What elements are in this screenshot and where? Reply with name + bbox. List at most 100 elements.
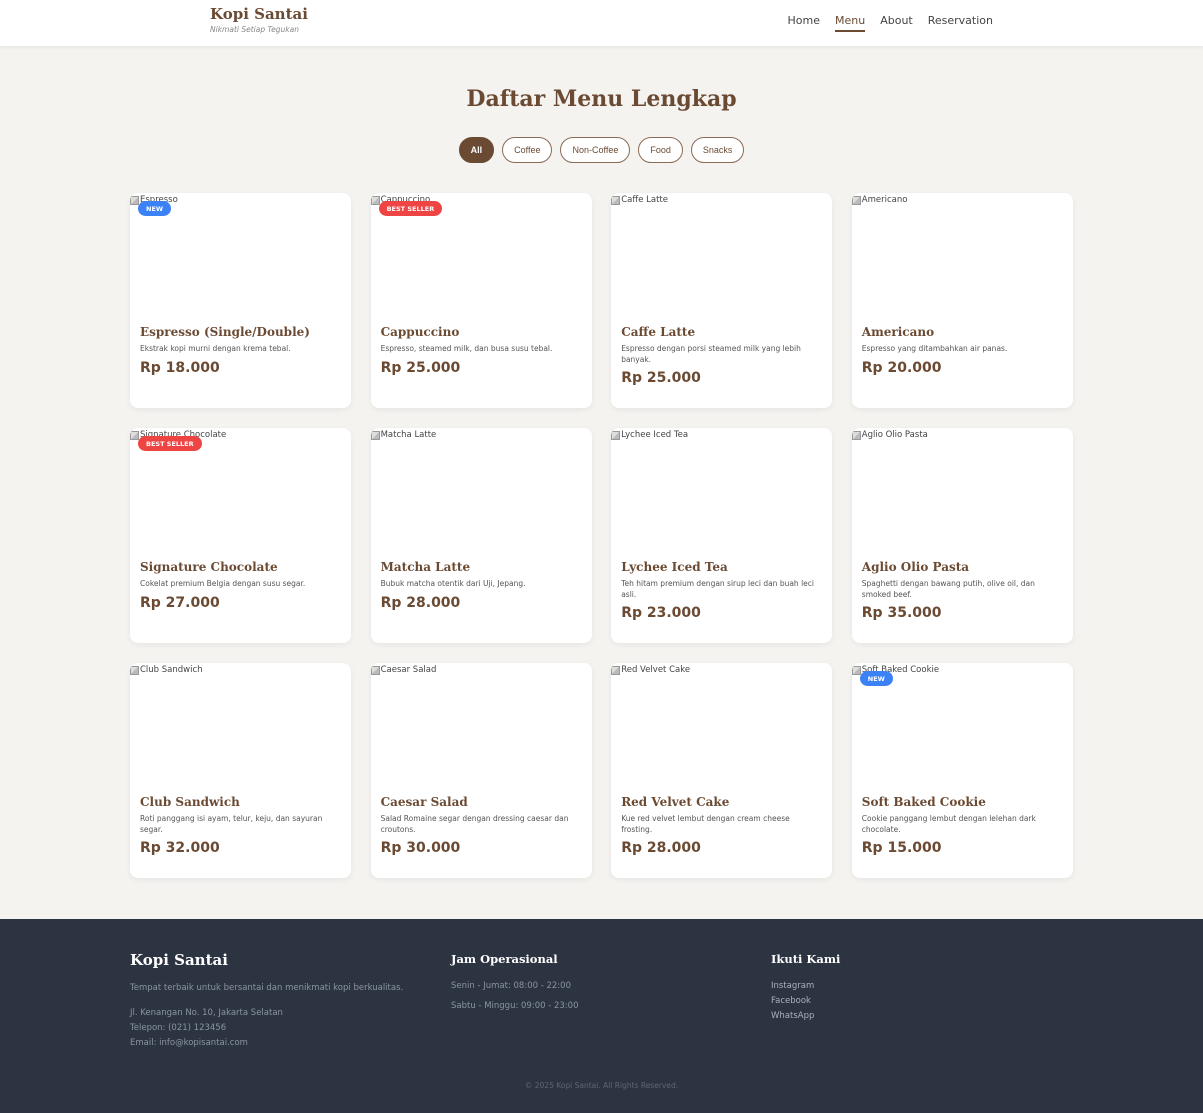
image-alt-text: Caffe Latte — [621, 195, 668, 205]
broken-image-glyph — [611, 430, 621, 440]
item-name: Signature Chocolate — [140, 560, 278, 574]
card-body: Soft Baked Cookie Cookie panggang lembut … — [862, 794, 1063, 856]
menu-item-image: Caesar Salad — [370, 663, 592, 790]
footer-about-text: Tempat terbaik untuk bersantai dan menik… — [130, 983, 404, 993]
item-name: Club Sandwich — [140, 795, 240, 809]
filter-non-coffee-button[interactable]: Non-Coffee — [560, 137, 631, 163]
site-header: Kopi Santai Nikmati Setiap Tegukan Home … — [0, 0, 1203, 46]
broken-image-icon: Caffe Latte — [611, 195, 668, 205]
menu-card[interactable]: Club Sandwich Club Sandwich Roti panggang … — [130, 663, 351, 878]
filter-coffee-button[interactable]: Coffee — [502, 137, 553, 163]
item-name: Aglio Olio Pasta — [861, 560, 970, 574]
item-name: Caesar Salad — [380, 795, 468, 809]
menu-card[interactable]: Aglio Olio Pasta Aglio Olio Pasta Spaghett… — [851, 428, 1073, 643]
item-description: Ekstrak kopi murni dengan krema tebal. — [140, 344, 291, 353]
broken-image-icon: Matcha Latte — [370, 430, 437, 440]
copyright: © 2025 Kopi Santai. All Rights Reserved. — [524, 1081, 679, 1090]
item-description: Roti panggang isi ayam, telur, keju, dan… — [140, 814, 323, 834]
page-title: Daftar Menu Lengkap — [466, 86, 737, 112]
menu-card[interactable]: Cappuccino BEST SELLER Cappuccino Espresso,… — [370, 193, 592, 408]
broken-image-icon: Red Velvet Cake — [611, 665, 690, 675]
menu-item-image: Club Sandwich — [130, 663, 351, 790]
broken-image-icon: Club Sandwich — [130, 665, 203, 675]
footer-about: Kopi Santai Tempat terbaik untuk bersant… — [130, 951, 430, 1051]
item-badge: BEST SELLER — [138, 436, 202, 451]
footer-link-facebook[interactable]: Facebook — [771, 994, 1071, 1009]
item-description: Teh hitam premium dengan sirup leci dan … — [621, 579, 814, 599]
item-description: Kue red velvet lembut dengan cream chees… — [621, 814, 790, 834]
image-alt-text: Aglio Olio Pasta — [861, 430, 928, 440]
item-price: Rp 32.000 — [140, 840, 220, 856]
image-alt-text: Americano — [861, 195, 908, 205]
broken-image-icon: Lychee Iced Tea — [611, 430, 688, 440]
item-price: Rp 30.000 — [380, 840, 461, 856]
broken-image-icon: Aglio Olio Pasta — [851, 430, 928, 440]
site-footer: Kopi Santai Tempat terbaik untuk bersant… — [0, 919, 1203, 1113]
image-alt-text: Matcha Latte — [380, 430, 437, 440]
brand[interactable]: Kopi Santai Nikmati Setiap Tegukan — [210, 5, 308, 34]
menu-card[interactable]: Lychee Iced Tea Lychee Iced Tea Teh hitam … — [611, 428, 833, 643]
menu-card[interactable]: Soft Baked Cookie NEW Soft Baked Cookie Coo… — [851, 663, 1073, 878]
item-price: Rp 27.000 — [140, 594, 220, 611]
item-description: Cokelat premium Belgia dengan susu segar… — [140, 579, 306, 588]
nav-home[interactable]: Home — [788, 14, 820, 32]
image-alt-text: Club Sandwich — [140, 665, 203, 675]
menu-item-image: Caffe Latte — [611, 193, 832, 320]
broken-image-glyph — [611, 195, 621, 205]
broken-image-glyph — [851, 430, 861, 440]
menu-card[interactable]: Caffe Latte Caffe Latte Espresso dengan po… — [611, 193, 833, 408]
card-body: Caesar Salad Salad Romaine segar dengan d… — [381, 794, 582, 856]
filter-food-button[interactable]: Food — [638, 137, 683, 163]
filter-all-button[interactable]: All — [458, 137, 495, 163]
footer-link-whatsapp[interactable]: WhatsApp — [771, 1009, 1071, 1024]
footer-hours-weekend: Sabtu - Minggu: 09:00 - 23:00 — [451, 1001, 579, 1011]
menu-item-image: Matcha Latte — [370, 428, 592, 555]
nav-reservation[interactable]: Reservation — [928, 14, 993, 32]
broken-image-glyph — [130, 430, 139, 440]
card-body: Cappuccino Espresso, steamed milk, dan bu… — [381, 324, 582, 376]
item-description: Espresso yang ditambahkan air panas. — [861, 344, 1008, 353]
menu-card[interactable]: Signature Chocolate BEST SELLER Signature … — [130, 428, 351, 643]
card-body: Red Velvet Cake Kue red velvet lembut den… — [621, 794, 822, 856]
item-description: Bubuk matcha otentik dari Uji, Jepang. — [380, 579, 526, 588]
card-body: Matcha Latte Bubuk matcha otentik dari Uj… — [381, 559, 582, 611]
broken-image-glyph — [130, 665, 139, 675]
card-body: Espresso (Single/Double) Ekstrak kopi mur… — [140, 324, 341, 376]
item-price: Rp 25.000 — [621, 370, 701, 386]
menu-card[interactable]: Espresso NEW Espresso (Single/Double) Ekstr… — [130, 193, 351, 408]
nav-menu[interactable]: Menu — [835, 14, 866, 32]
item-name: Caffe Latte — [621, 325, 696, 339]
item-name: Americano — [861, 325, 935, 339]
item-description: Spaghetti dengan bawang putih, olive oil… — [861, 579, 1035, 599]
footer-hours-weekday: Senin - Jumat: 08:00 - 22:00 — [451, 981, 571, 991]
footer-link-instagram[interactable]: Instagram — [771, 979, 1071, 994]
footer-phone: Telepon: (021) 123456 — [130, 1023, 227, 1033]
item-name: Cappuccino — [380, 325, 460, 339]
item-badge: NEW — [859, 671, 893, 686]
broken-image-glyph — [370, 665, 380, 675]
broken-image-glyph — [370, 430, 380, 440]
footer-brand: Kopi Santai — [130, 951, 228, 969]
brand-tagline: Nikmati Setiap Tegukan — [210, 25, 299, 34]
main-nav: Home Menu About Reservation — [788, 14, 993, 32]
card-body: Signature Chocolate Cokelat premium Belgi… — [140, 559, 341, 611]
menu-card[interactable]: Matcha Latte Matcha Latte Bubuk matcha ote… — [370, 428, 592, 643]
brand-name[interactable]: Kopi Santai — [210, 5, 308, 23]
item-description: Salad Romaine segar dengan dressing caes… — [380, 814, 569, 834]
image-alt-text: Caesar Salad — [380, 665, 437, 675]
filter-snacks-button[interactable]: Snacks — [690, 137, 745, 163]
menu-card[interactable]: Americano Americano Espresso yang ditambah… — [851, 193, 1073, 408]
card-body: Americano Espresso yang ditambahkan air p… — [862, 324, 1063, 376]
broken-image-glyph — [611, 665, 621, 675]
broken-image-glyph — [130, 195, 139, 205]
broken-image-glyph — [851, 195, 861, 205]
menu-card[interactable]: Caesar Salad Caesar Salad Salad Romaine se… — [370, 663, 592, 878]
menu-grid: Espresso NEW Espresso (Single/Double) Ekstr… — [130, 193, 1073, 878]
image-alt-text: Lychee Iced Tea — [621, 430, 689, 440]
card-body: Lychee Iced Tea Teh hitam premium dengan … — [621, 559, 822, 621]
item-price: Rp 20.000 — [861, 359, 942, 376]
footer-follow-heading: Ikuti Kami — [771, 952, 841, 966]
item-description: Espresso dengan porsi steamed milk yang … — [621, 344, 801, 364]
nav-about[interactable]: About — [880, 14, 913, 32]
menu-card[interactable]: Red Velvet Cake Red Velvet Cake Kue red ve… — [611, 663, 833, 878]
